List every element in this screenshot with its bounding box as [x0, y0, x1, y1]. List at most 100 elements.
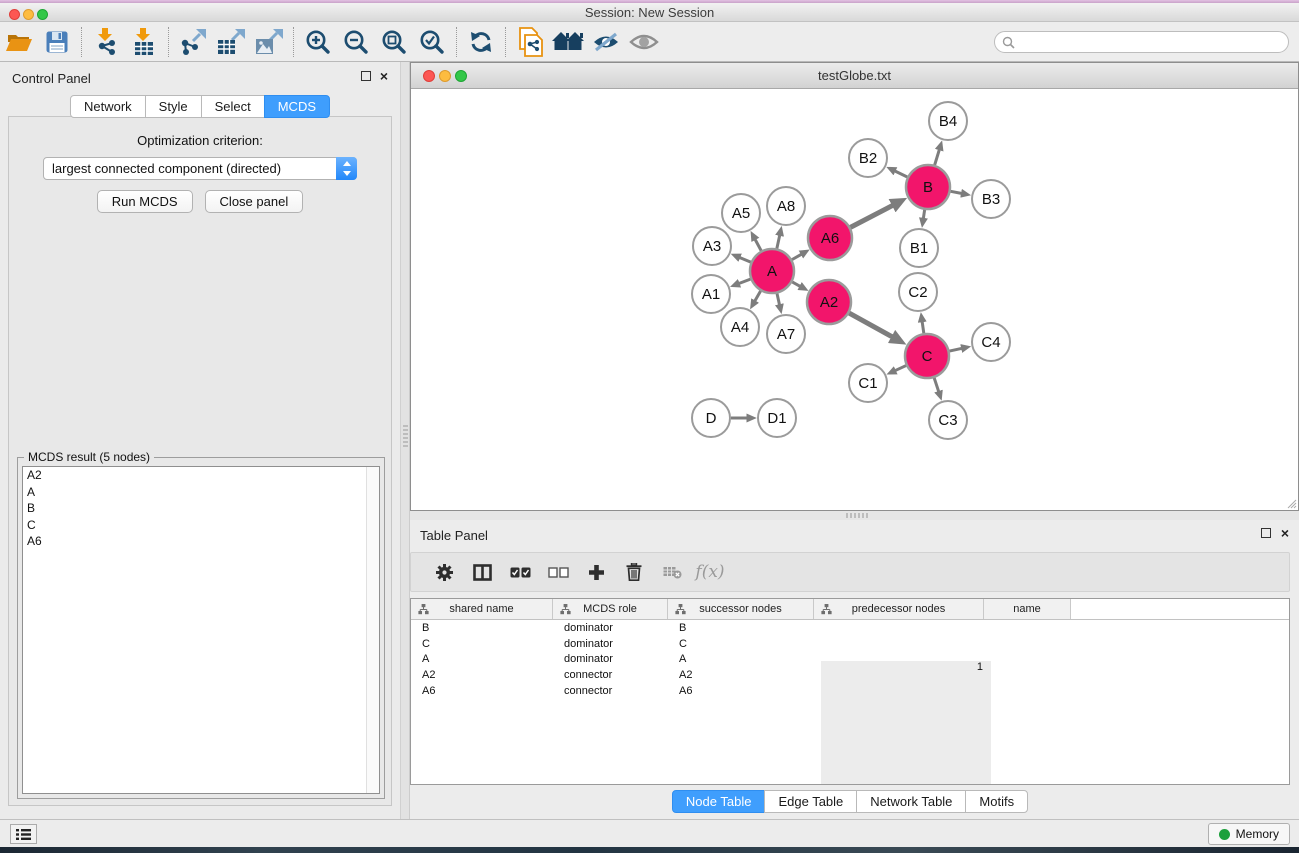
add-row-button[interactable]: [577, 556, 615, 588]
task-history-button[interactable]: [10, 824, 37, 844]
scrollbar-track[interactable]: [366, 467, 379, 793]
float-panel-icon[interactable]: [361, 71, 371, 81]
hide-graphics-details-button[interactable]: [587, 25, 625, 59]
tab-style[interactable]: Style: [145, 95, 202, 118]
graph-node-C3[interactable]: C3: [929, 401, 967, 439]
graph-node-B3[interactable]: B3: [972, 180, 1010, 218]
save-session-button[interactable]: [38, 25, 76, 59]
graph-node-A6[interactable]: A6: [808, 216, 852, 260]
apply-layout-home-button[interactable]: [549, 25, 587, 59]
zoom-fit-button[interactable]: [375, 25, 413, 59]
function-builder-button[interactable]: f(x): [691, 556, 729, 588]
table-row[interactable]: A6connector11A6: [411, 683, 1289, 699]
column-header-shared-name[interactable]: shared name: [411, 599, 553, 619]
close-panel-icon[interactable]: ×: [380, 71, 388, 81]
column-header-MCDS-role[interactable]: MCDS role: [553, 599, 668, 619]
graph-node-A1[interactable]: A1: [692, 275, 730, 313]
graph-node-A2[interactable]: A2: [807, 280, 851, 324]
zoom-selected-button[interactable]: [413, 25, 451, 59]
export-table-button[interactable]: [212, 25, 250, 59]
zoom-out-button[interactable]: [337, 25, 375, 59]
graph-edge-C-C3[interactable]: [934, 378, 938, 391]
network-window-titlebar: testGlobe.txt: [411, 63, 1298, 89]
graph-node-C2[interactable]: C2: [899, 273, 937, 311]
graph-edge-A-A5[interactable]: [755, 240, 761, 251]
splitter-grip[interactable]: [403, 425, 408, 447]
tab-edge-table[interactable]: Edge Table: [764, 790, 857, 813]
vertical-splitter[interactable]: [400, 62, 410, 819]
show-columns-button[interactable]: [463, 556, 501, 588]
graph-node-A7[interactable]: A7: [767, 315, 805, 353]
export-image-button[interactable]: [250, 25, 288, 59]
table-row[interactable]: Bdominator41B: [411, 620, 1289, 636]
tab-select[interactable]: Select: [201, 95, 265, 118]
table-settings-button[interactable]: [425, 556, 463, 588]
column-header-name[interactable]: name: [984, 599, 1071, 619]
column-header-predecessor-nodes[interactable]: predecessor nodes: [814, 599, 984, 619]
float-panel-icon[interactable]: [1261, 528, 1271, 538]
export-network-button[interactable]: [174, 25, 212, 59]
sort-tree-icon: [675, 604, 686, 615]
graph-node-B[interactable]: B: [906, 165, 950, 209]
birds-eye-view-button[interactable]: [625, 25, 663, 59]
graph-edge-A-A1[interactable]: [739, 279, 750, 283]
network-canvas[interactable]: B4 B2 B B3 A5A8A6 B1 A3 A C2 A1 A2 A4A7 C4 C C1 C3 D D1: [411, 89, 1298, 510]
graph-edge-C-C1[interactable]: [895, 366, 906, 371]
graph-edge-B-B2[interactable]: [895, 171, 907, 177]
open-session-file-button[interactable]: [511, 25, 549, 59]
graph-node-B4[interactable]: B4: [929, 102, 967, 140]
graph-edge-A-A4[interactable]: [755, 291, 761, 301]
refresh-view-button[interactable]: [462, 25, 500, 59]
horizontal-splitter[interactable]: [410, 511, 1299, 520]
graph-edge-A-A8[interactable]: [777, 236, 780, 249]
graph-node-B1[interactable]: B1: [900, 229, 938, 267]
tab-mcds[interactable]: MCDS: [264, 95, 330, 118]
svg-text:C3: C3: [938, 412, 957, 429]
graph-node-C4[interactable]: C4: [972, 323, 1010, 361]
graph-node-D[interactable]: D: [692, 399, 730, 437]
graph-node-C1[interactable]: C1: [849, 364, 887, 402]
resize-grip-icon[interactable]: [1283, 495, 1297, 509]
node-table: shared nameMCDS rolesuccessor nodesprede…: [410, 598, 1290, 785]
tab-network[interactable]: Network: [70, 95, 146, 118]
open-file-button[interactable]: [0, 25, 38, 59]
graph-edge-C-C4[interactable]: [949, 348, 961, 351]
graph-edge-C-C2[interactable]: [922, 322, 924, 333]
graph-edge-B-B4[interactable]: [935, 150, 940, 165]
import-network-button[interactable]: [87, 25, 125, 59]
criterion-select[interactable]: largest connected component (directed): [43, 157, 357, 180]
deselect-all-rows-button[interactable]: [539, 556, 577, 588]
graph-edge-A2-C[interactable]: [849, 313, 892, 337]
graph-edge-A-A7[interactable]: [777, 293, 779, 304]
delete-rows-button[interactable]: [615, 556, 653, 588]
memory-button[interactable]: Memory: [1208, 823, 1290, 845]
import-table-button[interactable]: [125, 25, 163, 59]
zoom-in-button[interactable]: [299, 25, 337, 59]
graph-edge-A-A2[interactable]: [792, 282, 800, 286]
graph-edge-B-B1[interactable]: [923, 210, 924, 218]
graph-edge-B-B3[interactable]: [951, 191, 962, 193]
graph-node-D1[interactable]: D1: [758, 399, 796, 437]
table-row[interactable]: Cdominator41C: [411, 636, 1289, 652]
tab-motifs[interactable]: Motifs: [965, 790, 1028, 813]
splitter-grip[interactable]: [846, 513, 868, 518]
run-mcds-button[interactable]: Run MCDS: [97, 190, 193, 213]
column-header-successor-nodes[interactable]: successor nodes: [668, 599, 814, 619]
select-all-rows-button[interactable]: [501, 556, 539, 588]
graph-edge-A6-B[interactable]: [850, 205, 892, 227]
graph-node-A3[interactable]: A3: [693, 227, 731, 265]
close-panel-button[interactable]: Close panel: [205, 190, 304, 213]
graph-node-A5[interactable]: A5: [722, 194, 760, 232]
graph-node-A4[interactable]: A4: [721, 308, 759, 346]
graph-node-B2[interactable]: B2: [849, 139, 887, 177]
graph-node-A8[interactable]: A8: [767, 187, 805, 225]
graph-edge-A-A3[interactable]: [740, 258, 751, 263]
close-panel-icon[interactable]: ×: [1281, 528, 1289, 538]
graph-node-C[interactable]: C: [905, 334, 949, 378]
graph-node-A[interactable]: A: [750, 249, 794, 293]
search-input[interactable]: [1015, 33, 1288, 51]
graph-edge-A-A6[interactable]: [792, 254, 801, 259]
tab-node-table[interactable]: Node Table: [672, 790, 766, 813]
tab-network-table[interactable]: Network Table: [856, 790, 966, 813]
delete-table-button[interactable]: [653, 556, 691, 588]
